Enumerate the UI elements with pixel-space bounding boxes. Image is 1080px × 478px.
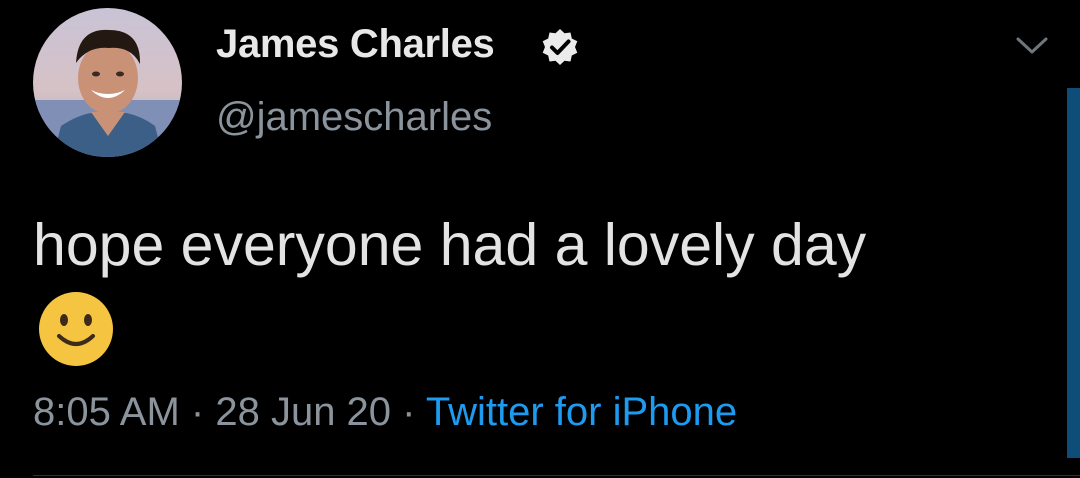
- tweet-source-link[interactable]: Twitter for iPhone: [426, 390, 737, 434]
- author-handle[interactable]: @jamescharles: [216, 95, 492, 140]
- tweet-date[interactable]: 28 Jun 20: [215, 390, 391, 434]
- slightly-smiling-face-icon: [39, 292, 113, 366]
- tweet-time[interactable]: 8:05 AM: [33, 390, 180, 434]
- verified-badge-icon: [542, 29, 578, 65]
- chevron-down-icon[interactable]: [1014, 34, 1050, 58]
- author-display-name[interactable]: James Charles: [216, 22, 495, 67]
- avatar-photo: [33, 8, 182, 157]
- avatar[interactable]: [33, 8, 182, 157]
- divider: [33, 475, 1080, 476]
- separator: ·: [402, 390, 416, 434]
- separator: ·: [190, 390, 205, 434]
- tweet-text: hope everyone had a lovely day: [33, 212, 867, 278]
- tweet-meta: 8:05 AM · 28 Jun 20 · Twitter for iPhone: [33, 390, 737, 435]
- scrollbar[interactable]: [1067, 88, 1080, 458]
